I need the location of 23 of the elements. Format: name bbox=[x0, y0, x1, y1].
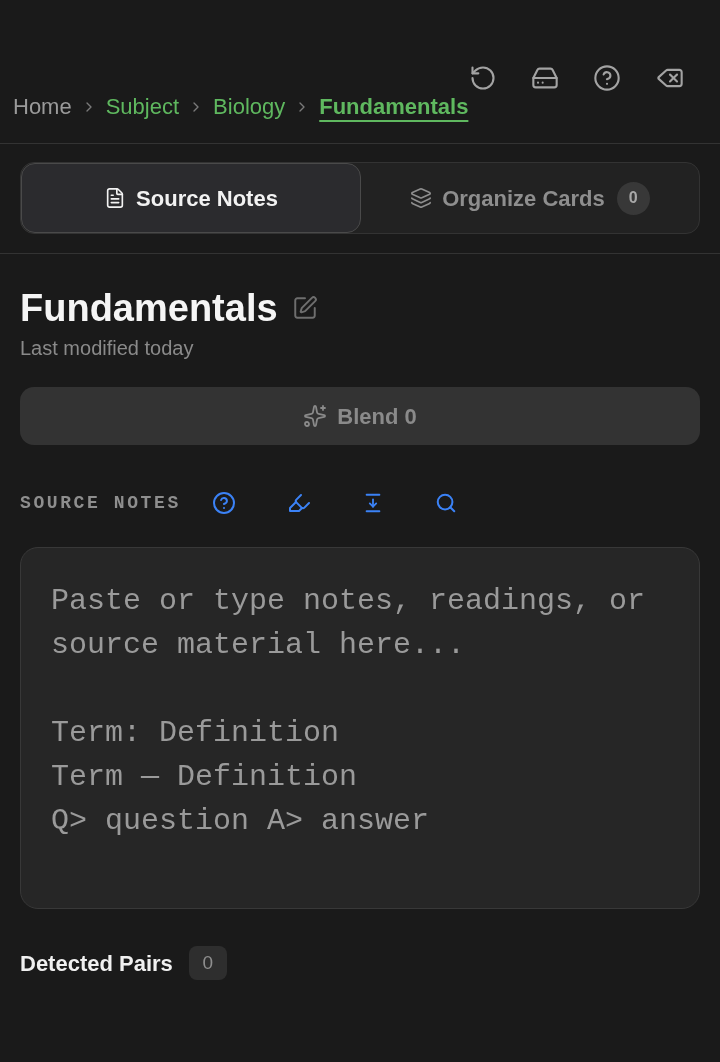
layers-icon bbox=[410, 187, 433, 209]
modified-text: Last modified today bbox=[20, 336, 195, 361]
tab-label: Organize Cards bbox=[442, 184, 605, 213]
notes-textarea[interactable]: Paste or type notes, readings, or source material here... Term: Definition Term — Definition Q> question A> answer bbox=[20, 547, 700, 909]
help-icon[interactable] bbox=[211, 491, 236, 515]
highlighter-icon[interactable] bbox=[286, 491, 311, 515]
note-title: Fundamentals bbox=[20, 286, 278, 330]
edit-icon[interactable] bbox=[291, 295, 318, 321]
count-badge: 0 bbox=[188, 946, 227, 980]
count-badge: 0 bbox=[616, 181, 650, 215]
breadcrumb-link[interactable]: Home bbox=[13, 93, 72, 121]
help-icon[interactable] bbox=[593, 64, 621, 92]
undo-icon[interactable] bbox=[469, 64, 497, 92]
breadcrumb-link[interactable]: Subject bbox=[105, 93, 180, 121]
detected-pairs-label: Detected Pairs bbox=[20, 949, 173, 978]
sparkles-icon bbox=[303, 404, 328, 428]
section-heading: SOURCE NOTES bbox=[20, 491, 181, 515]
tab[interactable]: Source Notes bbox=[21, 163, 361, 233]
breadcrumb-link[interactable]: Fundamentals bbox=[319, 93, 469, 121]
breadcrumb-link[interactable]: Biology bbox=[213, 93, 286, 121]
search-icon[interactable] bbox=[434, 492, 457, 514]
tab-label: Source Notes bbox=[136, 184, 278, 213]
tab[interactable]: Organize Cards 0 bbox=[361, 163, 699, 233]
